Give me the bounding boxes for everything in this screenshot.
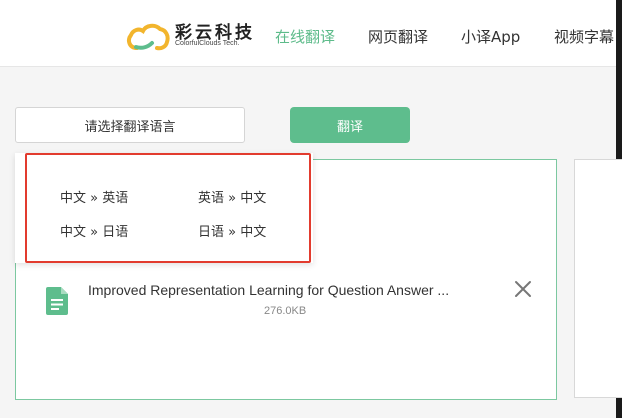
option-en-zh[interactable]: 英语 » 中文 xyxy=(198,187,266,206)
file-size: 276.0KB xyxy=(264,305,307,317)
translate-button[interactable]: 翻译 xyxy=(290,107,410,143)
file-name: Improved Representation Learning for Que… xyxy=(88,282,450,298)
nav-online-translate[interactable]: 在线翻译 xyxy=(275,26,335,47)
document-icon xyxy=(46,287,68,319)
result-panel xyxy=(574,159,622,398)
nav-video-subtitles[interactable]: 视频字幕 xyxy=(554,26,614,47)
top-header: 彩云科技 ColorfulClouds Tech. 在线翻译 网页翻译 小译Ap… xyxy=(0,0,616,67)
logo-subtitle: ColorfulClouds Tech. xyxy=(175,40,240,47)
cloud-logo-icon xyxy=(127,23,170,51)
option-ja-zh[interactable]: 日语 » 中文 xyxy=(198,221,266,240)
language-dropdown: 中文 » 英语 英语 » 中文 中文 » 日语 日语 » 中文 xyxy=(15,153,313,263)
language-select[interactable]: 请选择翻译语言 xyxy=(15,107,245,143)
close-icon[interactable] xyxy=(514,280,532,302)
option-zh-en[interactable]: 中文 » 英语 xyxy=(60,187,128,206)
nav-xiaoyi-app[interactable]: 小译App xyxy=(461,26,520,47)
colorfulclouds-logo[interactable]: 彩云科技 ColorfulClouds Tech. xyxy=(124,18,254,52)
nav-webpage-translate[interactable]: 网页翻译 xyxy=(368,26,428,47)
option-zh-ja[interactable]: 中文 » 日语 xyxy=(60,221,128,240)
